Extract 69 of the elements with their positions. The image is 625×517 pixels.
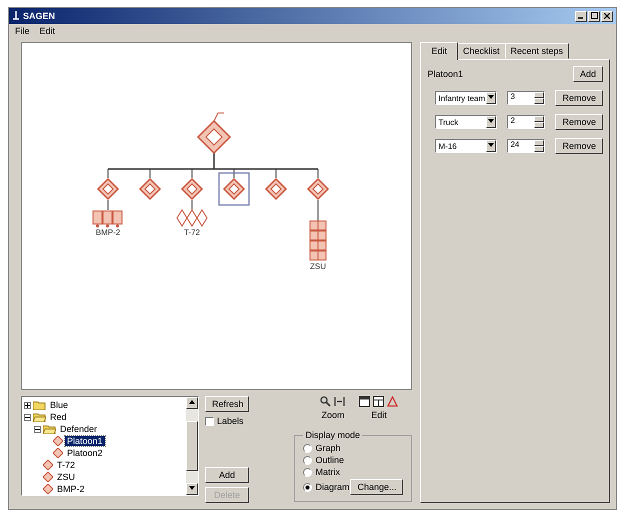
open-folder-icon [43,424,56,434]
tree-item[interactable]: Red [48,412,69,422]
tab[interactable]: Edit [420,42,458,60]
add-button[interactable]: Add [572,66,603,82]
remove-button[interactable]: Remove [555,114,603,130]
down-arrow-icon[interactable] [189,486,195,490]
unit-symbol [222,178,246,200]
count-spinner[interactable]: 3 [507,91,546,105]
type-dropdown[interactable]: M-16 [435,139,498,153]
type-dropdown[interactable]: Truck [435,115,498,129]
tree-item[interactable]: T-72 [55,460,78,470]
unit-label: T-72 [184,228,200,237]
close-button[interactable] [601,10,613,22]
remove-button[interactable]: Remove [555,90,603,106]
checkbox-label: Labels [217,416,244,426]
change-button[interactable]: Change... [350,479,404,495]
close-icon [604,12,610,18]
type-dropdown[interactable]: Infantry team [435,91,498,105]
unit-name: Platoon1 [427,69,464,79]
grid-window-icon[interactable] [373,396,384,407]
unit-label: ZSU [310,262,326,271]
expand-toggle[interactable] [24,402,31,408]
add-button[interactable]: Add [205,467,249,483]
up-arrow-icon[interactable] [189,400,195,404]
tree-item[interactable]: Blue [48,400,70,410]
window-icon[interactable] [359,396,370,407]
toolbar-label: Zoom [321,410,344,420]
zoom-fit-icon[interactable] [334,396,346,407]
maximize-icon [590,12,598,18]
app-icon [12,11,20,21]
dropdown-arrow-icon[interactable] [488,95,494,99]
radio-dot-icon [305,484,310,490]
diamond-group-icon [176,209,208,227]
expand-toggle[interactable] [34,426,41,432]
tree-item[interactable]: Defender [58,424,100,434]
minimize-button[interactable] [575,10,587,22]
radio-button[interactable] [303,468,312,476]
radio-button[interactable] [303,456,312,464]
dropdown-arrow-icon[interactable] [488,119,494,123]
window-title: SAGEN [23,11,56,21]
maximize-button[interactable] [588,10,600,22]
radio-button[interactable] [303,482,312,492]
group-title: Display mode [304,430,362,440]
menu-item[interactable]: File [15,26,30,36]
tab[interactable]: Recent steps [504,43,570,59]
refresh-button[interactable]: Refresh [205,396,249,412]
expand-toggle[interactable] [24,414,31,420]
unit-label: BMP-2 [96,228,120,237]
tree-item[interactable]: ZSU [55,472,77,482]
radio-button[interactable] [303,444,312,452]
count-spinner[interactable]: 24 [507,139,546,153]
radio-label: Outline [315,455,344,465]
zoom-icon[interactable] [320,396,332,407]
radio-label: Matrix [315,467,340,477]
tree-item[interactable]: Platoon1 [65,436,105,446]
radio-label: Diagram [315,482,350,492]
folder-icon [33,400,46,410]
radio-label: Graph [315,443,340,453]
open-folder-icon [33,412,46,422]
tree-item[interactable]: Platoon2 [65,448,105,458]
vehicle-stack-icon [310,220,326,260]
count-spinner[interactable]: 2 [507,115,546,129]
menu-item[interactable]: Edit [40,26,56,36]
remove-button[interactable]: Remove [555,138,603,154]
toolbar-label: Edit [371,410,387,420]
dropdown-arrow-icon[interactable] [488,143,494,147]
vehicle-group-icon [92,210,122,228]
labels-checkbox[interactable] [205,416,214,426]
tree-item[interactable]: BMP-2 [55,484,87,494]
